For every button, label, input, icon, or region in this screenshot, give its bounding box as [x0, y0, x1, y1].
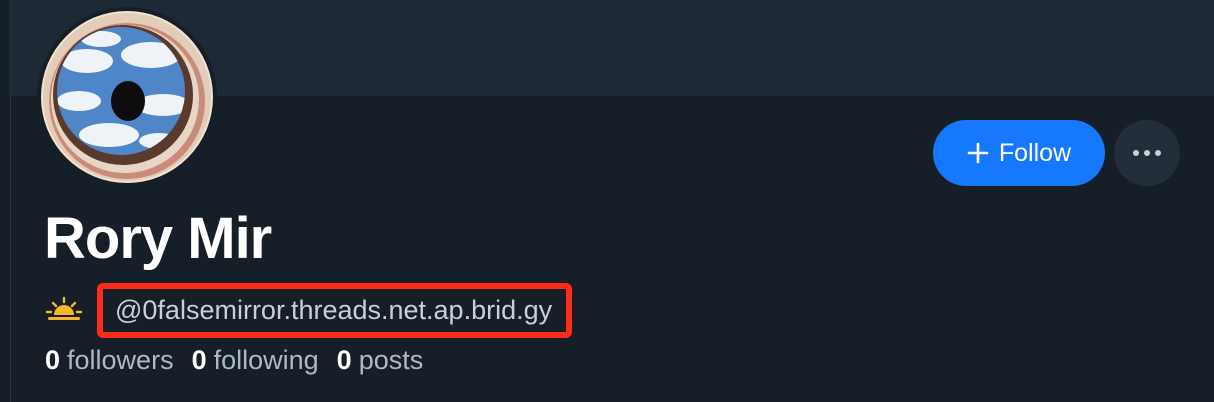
- profile-stats: 0 followers 0 following 0 posts: [45, 345, 423, 376]
- ellipsis-icon: [1133, 150, 1161, 156]
- follow-button[interactable]: Follow: [933, 120, 1105, 186]
- handle-highlight-box: @0falsemirror.threads.net.ap.brid.gy: [97, 282, 573, 338]
- handle-row: @0falsemirror.threads.net.ap.brid.gy: [45, 282, 573, 338]
- sunrise-icon: [45, 296, 83, 320]
- posts-stat: 0 posts: [337, 345, 424, 376]
- more-options-button[interactable]: [1114, 120, 1180, 186]
- following-stat[interactable]: 0 following: [192, 345, 319, 376]
- posts-label: posts: [358, 345, 424, 375]
- profile-header: Follow Rory Mir @0falsemirror.threads.ne…: [10, 0, 1214, 402]
- display-name: Rory Mir: [44, 206, 272, 271]
- handle-text[interactable]: @0falsemirror.threads.net.ap.brid.gy: [115, 295, 552, 325]
- avatar[interactable]: [37, 7, 217, 187]
- followers-count: 0: [45, 345, 61, 375]
- plus-icon: [967, 142, 989, 164]
- follow-label: Follow: [998, 138, 1072, 167]
- followers-label: followers: [67, 345, 174, 375]
- followers-stat[interactable]: 0 followers: [45, 345, 174, 376]
- posts-count: 0: [336, 345, 352, 375]
- eye-clouds-avatar-icon: [41, 11, 213, 183]
- following-count: 0: [191, 345, 207, 375]
- following-label: following: [213, 345, 319, 375]
